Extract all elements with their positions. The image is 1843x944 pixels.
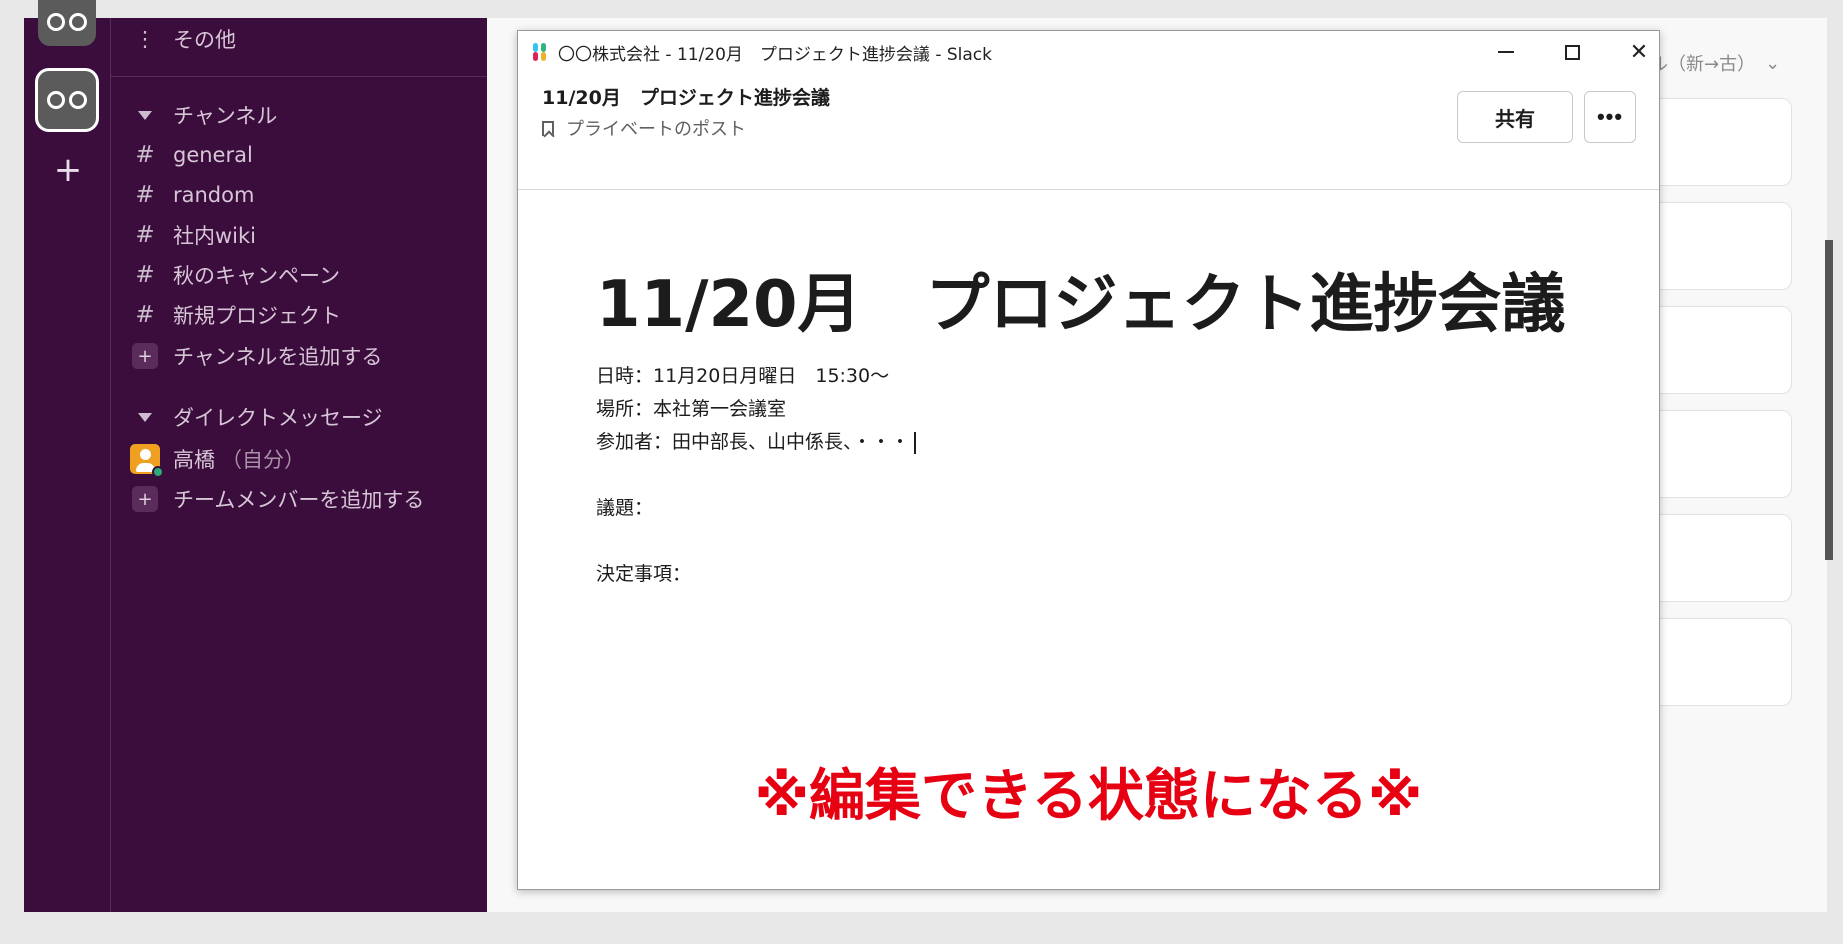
vertical-dots-icon: ⋮ [134, 27, 156, 51]
post-card[interactable] [1640, 514, 1792, 602]
post-card[interactable] [1640, 202, 1792, 290]
caret-down-icon [127, 110, 163, 120]
caret-down-icon [127, 412, 163, 422]
add-workspace-button[interactable]: + [52, 153, 84, 187]
sidebar-more[interactable]: ⋮ その他 [127, 22, 237, 56]
scrollbar[interactable] [1825, 240, 1833, 560]
text-cursor [913, 431, 916, 454]
presence-icon [152, 466, 164, 478]
close-button[interactable]: ✕ [1619, 37, 1659, 67]
close-icon: ✕ [1629, 39, 1649, 65]
post-card[interactable] [1640, 98, 1792, 186]
sidebar: ⋮ その他 チャンネル # general # random # 社内wiki … [111, 18, 487, 912]
post-card[interactable] [1640, 410, 1792, 498]
sidebar-channel-new-project[interactable]: # 新規プロジェクト [127, 298, 341, 332]
workspace-rail: + [24, 0, 111, 912]
bookmark-icon [542, 120, 554, 136]
add-member-button[interactable]: + チームメンバーを追加する [127, 482, 424, 516]
document-line-decisions[interactable]: 決定事項： [596, 559, 691, 586]
plus-icon: + [132, 343, 158, 369]
document-line-place[interactable]: 場所：本社第一会議室 [596, 394, 786, 421]
document-line-attendees[interactable]: 参加者：田中部長、山中係長、・・・ [596, 427, 916, 454]
sidebar-channel-general[interactable]: # general [127, 138, 252, 172]
more-actions-button[interactable]: ••• [1584, 91, 1636, 143]
add-channel-button[interactable]: + チャンネルを追加する [127, 339, 382, 373]
maximize-icon [1564, 44, 1580, 60]
channels-section-header[interactable]: チャンネル [127, 98, 277, 132]
hash-icon: # [135, 142, 155, 168]
document-line-datetime[interactable]: 日時：11月20日月曜日 15:30～ [596, 361, 889, 388]
dm-section-header[interactable]: ダイレクトメッセージ [127, 400, 383, 434]
post-window: 〇〇株式会社 - 11/20月 プロジェクト進捗会議 - Slack ✕ 11/… [517, 30, 1660, 890]
annotation-text: ※編集できる状態になる※ [754, 764, 1423, 829]
active-workspace-icon[interactable] [35, 68, 99, 132]
hash-icon: # [135, 182, 155, 208]
maximize-button[interactable] [1552, 37, 1592, 67]
document-line-agenda[interactable]: 議題： [596, 493, 653, 520]
post-visibility: プライベートのポスト [542, 115, 746, 141]
post-card[interactable] [1640, 618, 1792, 706]
window-title: 〇〇株式会社 - 11/20月 プロジェクト進捗会議 - Slack [558, 44, 992, 65]
minimize-button[interactable] [1486, 37, 1526, 67]
sort-dropdown[interactable]: ル（新→古） ⌄ [1650, 50, 1780, 76]
slack-logo-icon [530, 42, 550, 62]
document-title[interactable]: 11/20月 プロジェクト進捗会議 [596, 253, 1566, 345]
sidebar-dm-self[interactable]: 高橋 （自分） [127, 442, 305, 478]
plus-icon: + [132, 486, 158, 512]
hash-icon: # [135, 302, 155, 328]
sidebar-divider [111, 76, 487, 77]
chevron-down-icon: ⌄ [1765, 52, 1781, 74]
post-card[interactable] [1640, 306, 1792, 394]
sidebar-channel-campaign[interactable]: # 秋のキャンペーン [127, 258, 340, 292]
post-title: 11/20月 プロジェクト進捗会議 [542, 87, 830, 109]
share-button[interactable]: 共有 [1457, 91, 1573, 143]
workspace-icon[interactable] [38, 0, 96, 46]
minimize-icon [1498, 51, 1514, 53]
sidebar-channel-random[interactable]: # random [127, 178, 254, 212]
hash-icon: # [135, 222, 155, 248]
avatar [130, 444, 164, 478]
sidebar-channel-wiki[interactable]: # 社内wiki [127, 218, 256, 252]
hash-icon: # [135, 262, 155, 288]
